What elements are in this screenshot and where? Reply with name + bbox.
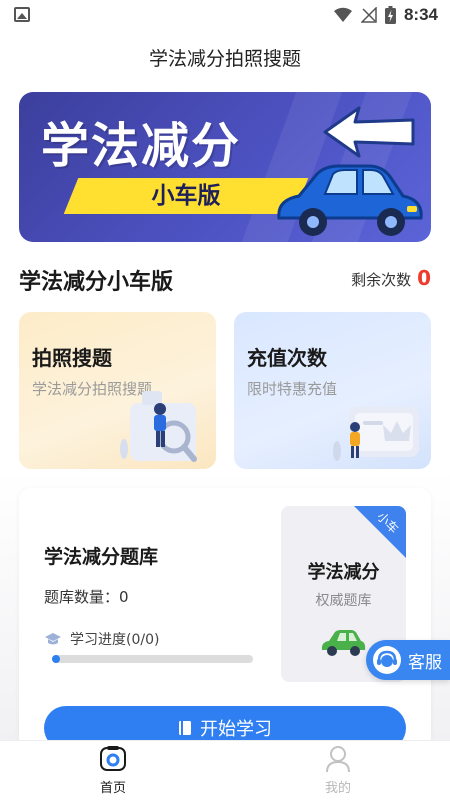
photo-search-card[interactable]: 拍照搜题 学法减分拍照搜题 (19, 312, 216, 469)
gallery-notification-icon (14, 7, 30, 22)
status-time: 8:34 (403, 5, 438, 24)
study-progress-row: 学习进度(0/0) (44, 629, 159, 649)
user-icon (326, 746, 350, 773)
banner-title: 学法减分 (41, 118, 242, 174)
hero-banner[interactable]: 学法减分 小车版 (19, 92, 431, 242)
section-title: 学法减分小车版 (19, 270, 174, 295)
book-icon (179, 721, 191, 735)
remaining-label: 剩余次数 (351, 271, 412, 289)
banner-subtitle: 小车版 (151, 183, 221, 209)
card-subtitle: 限时特惠充值 (247, 380, 338, 398)
headset-agent-icon (373, 646, 401, 674)
nav-home-label: 首页 (99, 781, 126, 796)
bottom-nav: 首页 我的 (0, 740, 450, 800)
nav-mine[interactable]: 我的 (288, 745, 388, 800)
study-progress-label: 学习进度(0/0) (70, 632, 160, 648)
graduation-cap-icon (45, 633, 61, 645)
search-person-illustration-icon (120, 391, 197, 462)
nav-home[interactable]: 首页 (63, 745, 163, 800)
green-car-icon (321, 630, 366, 656)
wifi-icon (333, 7, 352, 23)
question-bank-card: 学法减分题库 题库数量：0 学习进度(0/0) 小车 学法减分 权威题库 开始学… (19, 488, 431, 750)
card-title: 拍照搜题 (32, 346, 112, 370)
question-bank-count: 题库数量：0 (44, 588, 129, 606)
remaining-value: 0 (417, 266, 431, 290)
card-title: 充值次数 (247, 346, 327, 370)
question-bank-title: 学法减分题库 (44, 546, 159, 568)
start-study-label: 开始学习 (200, 719, 272, 740)
car-illustration-icon (277, 164, 423, 236)
remaining-count: 剩余次数 0 (351, 266, 431, 290)
recharge-card[interactable]: 充值次数 限时特惠充值 (234, 312, 431, 469)
customer-service-button[interactable]: 客服 (366, 640, 450, 680)
no-signal-icon (360, 7, 377, 23)
page-title: 学法减分拍照搜题 (148, 48, 301, 70)
home-camera-icon (100, 746, 126, 771)
nav-mine-label: 我的 (324, 781, 351, 796)
tile-subtitle: 权威题库 (315, 593, 372, 609)
study-progress-bar (52, 655, 253, 663)
status-bar: 8:34 (0, 0, 450, 30)
status-icons: 8:34 (333, 5, 438, 25)
crown-card-illustration-icon (333, 407, 419, 461)
customer-service-label: 客服 (408, 652, 442, 673)
study-progress-fill (52, 655, 60, 663)
tile-title: 学法减分 (307, 562, 380, 583)
battery-charging-icon (384, 6, 396, 24)
back-arrow-illustration-icon (323, 106, 415, 158)
